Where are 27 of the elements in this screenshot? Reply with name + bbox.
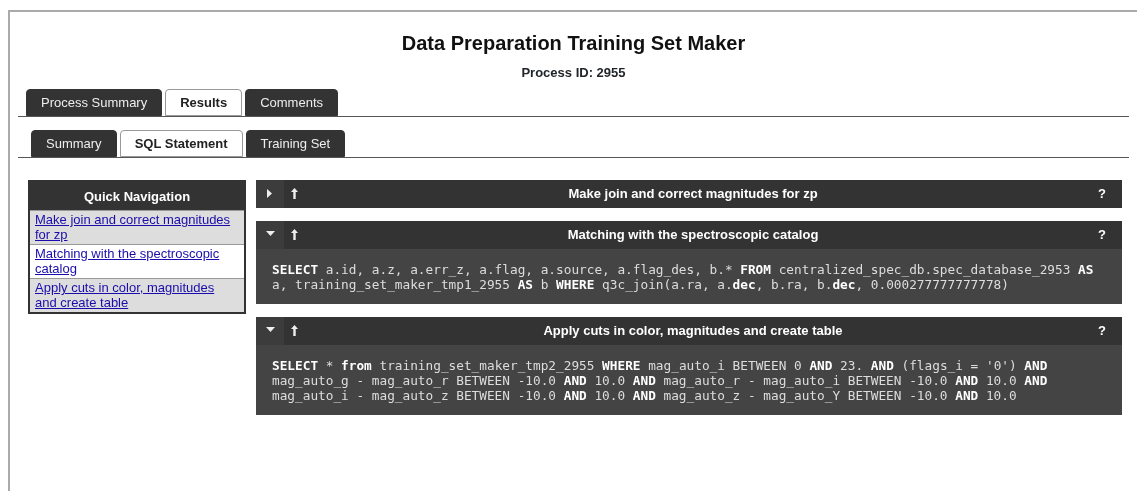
- tab[interactable]: Summary: [31, 129, 117, 157]
- panel-title: Quick Navigation: [30, 181, 244, 210]
- process-id: Process ID: 2955: [520, 64, 627, 82]
- page-title: Data Preparation Training Set Maker: [400, 31, 747, 55]
- help-button[interactable]: ?: [1082, 224, 1122, 245]
- tab[interactable]: Comments: [245, 88, 339, 116]
- up-arrow-icon[interactable]: [290, 325, 298, 336]
- triangle-right-icon: [267, 188, 273, 198]
- tab[interactable]: Process Summary: [26, 88, 163, 116]
- section-title: Apply cuts in color, magnitudes and create table: [542, 321, 844, 340]
- up-arrow-icon[interactable]: [290, 188, 298, 199]
- navigation-link[interactable]: Matching with the spectroscopic catalog: [35, 246, 239, 276]
- toggle-button[interactable]: [256, 220, 284, 249]
- sql-code: SELECT a.id, a.z, a.err_z, a.flag, a.source, a.flag_des, b.* FROM centralized_spec_db.spec_database_2953 AS a, training_set_maker_tmp1_2955 AS b WHERE q3c_join(a.ra, a.dec, b.ra, b.dec, 0.000277777777778): [271, 260, 1095, 294]
- toggle-button[interactable]: [256, 179, 284, 208]
- triangle-down-icon: [265, 327, 275, 334]
- tab[interactable]: SQL Statement: [119, 129, 243, 157]
- toggle-button[interactable]: [256, 316, 284, 345]
- section-title: Make join and correct magnitudes for zp: [567, 184, 819, 203]
- sql-code: SELECT* from training_set_maker_tmp2_2955 WHERE mag_auto_i BETWEEN 0 AND 23. AND (flags_i = '0') AND mag_auto_g - mag_auto_r BETWEEN -10.0 AND 10.0 AND mag_auto_r - mag_auto_i BETWEEN -10.0 AND 10.0 AND mag_auto_i - mag_auto_z BETWEEN -10.0 AND 10.0 AND mag_auto_z - mag_auto_Y BETWEEN -10.0 AND 10.0: [271, 356, 1049, 405]
- tab[interactable]: Results: [165, 88, 243, 116]
- triangle-down-icon: [265, 231, 275, 238]
- section-title: Matching with the spectroscopic catalog: [566, 225, 820, 244]
- help-button[interactable]: ?: [1082, 183, 1122, 204]
- up-arrow-icon[interactable]: [290, 229, 298, 240]
- tab[interactable]: Training Set: [245, 129, 346, 157]
- help-button[interactable]: ?: [1082, 320, 1122, 341]
